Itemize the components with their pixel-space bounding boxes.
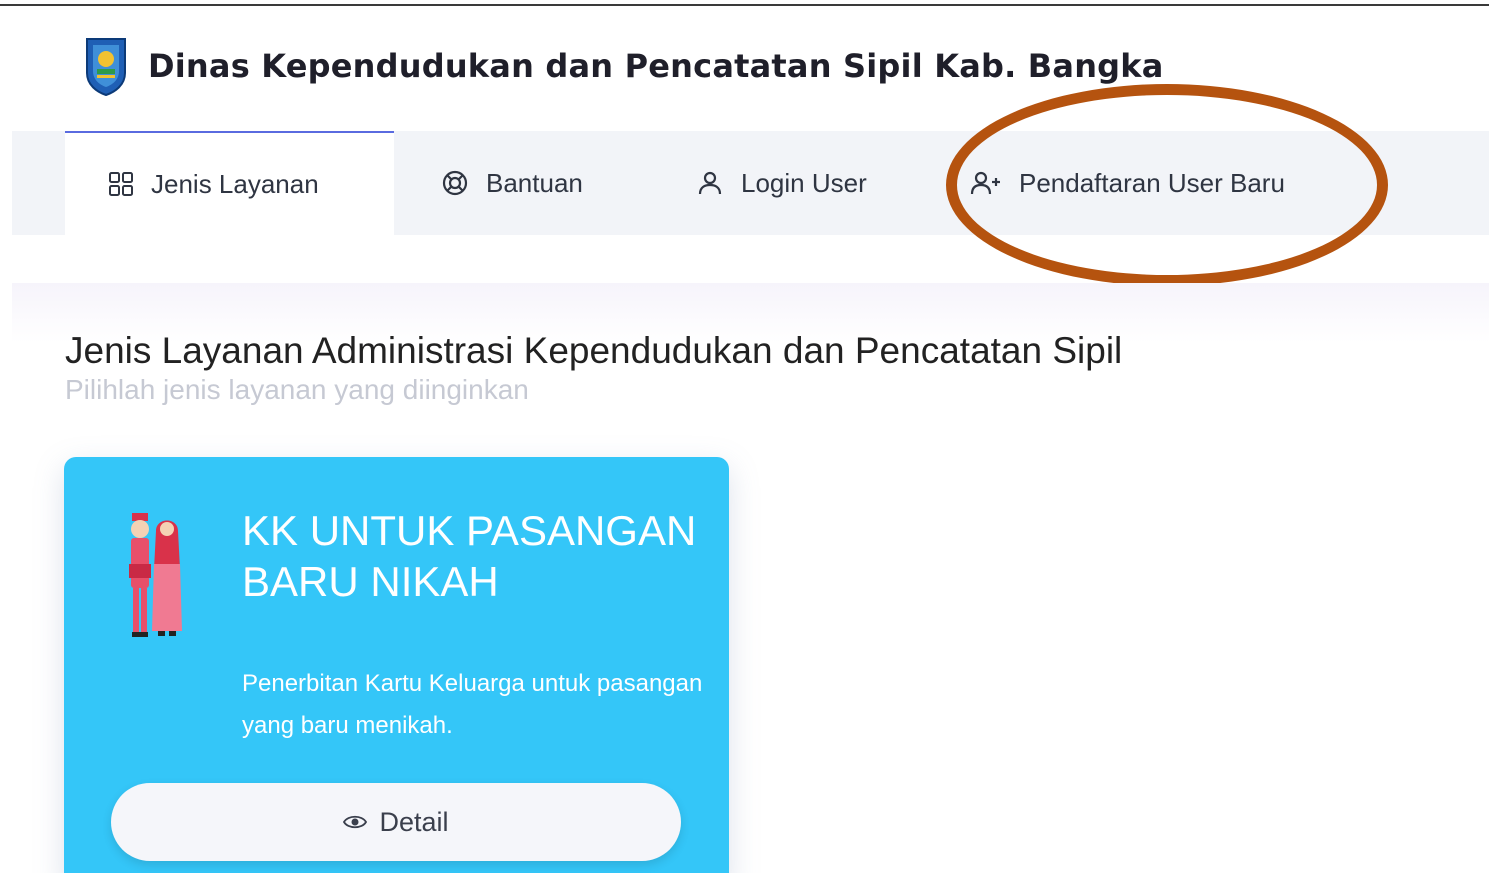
service-card-description: Penerbitan Kartu Keluarga untuk pasangan…: [242, 670, 703, 739]
eye-icon: [343, 815, 368, 829]
detail-button[interactable]: Detail: [111, 783, 681, 861]
service-card[interactable]: KK UNTUK PASANGAN BARU NIKAH Penerbitan …: [64, 457, 729, 873]
tab-jenis-layanan[interactable]: Jenis Layanan: [65, 131, 394, 235]
tab-login-user-label: Login User: [741, 167, 867, 198]
user-icon: [698, 171, 722, 195]
tab-login-user[interactable]: Login User: [695, 131, 867, 235]
site-title: Dinas Kependudukan dan Pencatatan Sipil …: [148, 47, 1164, 85]
grid-icon: [109, 172, 133, 196]
top-border: [0, 0, 1489, 6]
site-header: Dinas Kependudukan dan Pencatatan Sipil …: [82, 34, 1164, 98]
detail-button-label: Detail: [379, 806, 449, 837]
couple-illustration-icon: [126, 509, 186, 659]
highlight-ellipse-annotation: [946, 84, 1388, 286]
tab-bantuan-label: Bantuan: [486, 167, 583, 198]
lifebuoy-icon: [442, 170, 468, 196]
page-subtitle: Pilihlah jenis layanan yang diinginkan: [65, 374, 529, 405]
page-title: Jenis Layanan Administrasi Kependudukan …: [65, 330, 1123, 371]
tab-jenis-layanan-label: Jenis Layanan: [151, 168, 319, 199]
tab-bantuan[interactable]: Bantuan: [440, 131, 583, 235]
regency-shield-logo[interactable]: [82, 34, 130, 98]
service-card-title: KK UNTUK PASANGAN BARU NIKAH: [242, 507, 697, 605]
